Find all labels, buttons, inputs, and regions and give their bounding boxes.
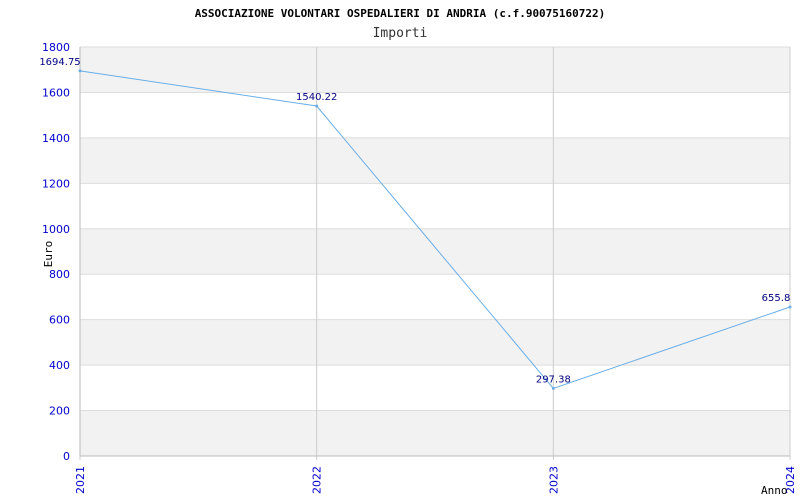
- data-point: [788, 305, 792, 309]
- chart: 0 200 400 600 800 1000 1200 1400 1600 1800 2021 202…: [0, 0, 800, 500]
- plot-band: [80, 410, 790, 456]
- data-label: 655.8: [762, 293, 791, 304]
- x-tick-label: 2021: [74, 466, 87, 494]
- chart-title: ASSOCIAZIONE VOLONTARI OSPEDALIERI DI AN…: [195, 7, 606, 20]
- x-axis-label: Anno: [761, 484, 788, 497]
- y-tick-label: 1400: [42, 132, 70, 145]
- data-label: 1540.22: [296, 92, 337, 103]
- plot-bands: [80, 47, 790, 456]
- y-tick-label: 200: [49, 405, 70, 418]
- x-tick-label: 2022: [311, 466, 324, 494]
- y-tick-label: 1200: [42, 177, 70, 190]
- y-tick-label: 1800: [42, 41, 70, 54]
- x-tick-label: 2023: [547, 466, 560, 494]
- plot-band: [80, 319, 790, 366]
- data-point: [78, 69, 82, 73]
- y-axis-label: Euro: [42, 241, 55, 268]
- line-chart-svg: 0 200 400 600 800 1000 1200 1400 1600 1800 2021 202…: [39, 7, 797, 497]
- plot-band: [80, 47, 790, 93]
- y-tick-label: 600: [49, 314, 70, 327]
- plot-band: [80, 228, 790, 275]
- data-point: [315, 104, 319, 108]
- y-tick-label: 1600: [42, 86, 70, 99]
- data-label: 297.38: [536, 374, 571, 385]
- plot-band: [80, 137, 790, 184]
- y-tick-label: 0: [63, 450, 70, 463]
- data-label: 1694.75: [39, 57, 80, 68]
- chart-subtitle: Importi: [373, 26, 428, 41]
- y-tick-label: 1000: [42, 223, 70, 236]
- y-tick-label: 800: [49, 268, 70, 281]
- y-tick-label: 400: [49, 359, 70, 372]
- data-point: [551, 386, 555, 390]
